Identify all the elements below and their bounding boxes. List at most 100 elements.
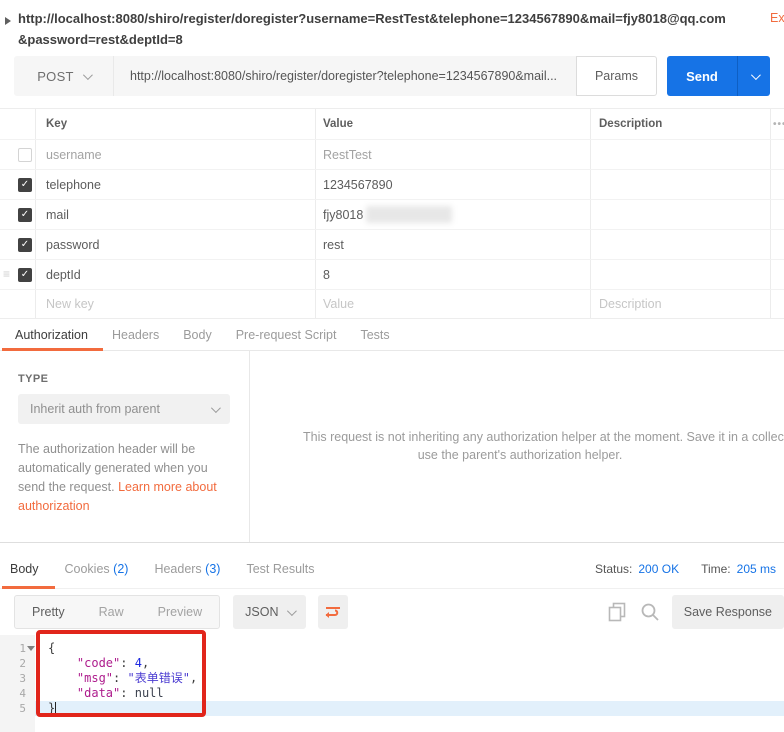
- params-button[interactable]: Params: [576, 56, 657, 96]
- fold-toggle-icon[interactable]: [27, 646, 35, 651]
- response-tab-headers[interactable]: Headers (3): [154, 562, 220, 576]
- type-label: TYPE: [18, 373, 233, 385]
- examples-button[interactable]: Examples: [770, 11, 784, 25]
- response-meta: Status: 200 OK Time: 205 ms: [595, 562, 778, 576]
- param-key[interactable]: password: [35, 230, 315, 259]
- line-number: 3: [0, 671, 35, 686]
- copy-icon: [608, 602, 626, 622]
- table-options-icon[interactable]: •••: [773, 119, 784, 130]
- auth-type-column: TYPE Inherit auth from parent The author…: [0, 351, 250, 542]
- tab-authorization[interactable]: Authorization: [15, 328, 88, 342]
- text-cursor: [55, 702, 56, 714]
- drag-handle-icon[interactable]: ≡: [3, 268, 10, 280]
- chevron-down-icon: [750, 70, 760, 80]
- row-checkbox[interactable]: ✓: [18, 178, 32, 192]
- code-lines[interactable]: { "code": 4, "msg": "表单错误", "data": null…: [35, 635, 784, 716]
- inherit-note-line2: use the parent's authorization helper.: [418, 448, 623, 462]
- new-description-input[interactable]: Description: [590, 290, 770, 318]
- request-url-line2: &password=rest&deptId=8: [18, 29, 784, 50]
- copy-button[interactable]: [606, 601, 628, 623]
- column-header-key: Key: [35, 109, 315, 139]
- request-tab-bar: Authorization Headers Body Pre-request S…: [0, 319, 784, 351]
- tab-prerequest-script[interactable]: Pre-request Script: [236, 328, 337, 342]
- row-checkbox[interactable]: ✓: [18, 208, 32, 222]
- row-checkbox[interactable]: [18, 148, 32, 162]
- param-value[interactable]: 1234567890: [315, 170, 590, 199]
- line-number: 2: [0, 656, 35, 671]
- response-tab-cookies[interactable]: Cookies (2): [65, 562, 129, 576]
- param-key[interactable]: deptId: [35, 260, 315, 289]
- method-dropdown[interactable]: POST: [14, 56, 114, 96]
- line-number-gutter: 1 2 3 4 5: [0, 635, 35, 732]
- code-line: "data": null: [35, 686, 784, 701]
- active-tab-indicator: [2, 586, 55, 589]
- search-button[interactable]: [639, 601, 661, 623]
- language-dropdown[interactable]: JSON: [233, 595, 306, 629]
- code-line: "code": 4,: [35, 656, 784, 671]
- tab-tests[interactable]: Tests: [360, 328, 389, 342]
- param-key[interactable]: mail: [35, 200, 315, 229]
- param-description[interactable]: [590, 260, 770, 289]
- param-value[interactable]: rest: [315, 230, 590, 259]
- redacted-value-blur: [366, 206, 452, 223]
- params-header-row: Key Value Description •••: [0, 109, 784, 139]
- code-line: "msg": "表单错误",: [35, 671, 784, 686]
- send-split-button: Send: [667, 56, 770, 96]
- new-key-input[interactable]: New key: [35, 290, 315, 318]
- url-input[interactable]: http://localhost:8080/shiro/register/dor…: [114, 56, 576, 96]
- header-menu-cell: •••: [770, 109, 784, 139]
- headers-count: (3): [205, 562, 220, 576]
- table-row: username RestTest: [0, 139, 784, 169]
- send-options-button[interactable]: [737, 56, 770, 96]
- tab-headers[interactable]: Headers: [112, 328, 159, 342]
- new-value-input[interactable]: Value: [315, 290, 590, 318]
- tab-body[interactable]: Body: [183, 328, 212, 342]
- table-row: ≡ ✓ deptId 8: [0, 259, 784, 289]
- param-key[interactable]: telephone: [35, 170, 315, 199]
- table-row: ✓ telephone 1234567890: [0, 169, 784, 199]
- row-checkbox[interactable]: ✓: [18, 268, 32, 282]
- method-url-group: POST http://localhost:8080/shiro/registe…: [14, 56, 576, 96]
- inherit-note-line1: This request is not inheriting any autho…: [303, 430, 784, 444]
- param-key[interactable]: username: [35, 140, 315, 169]
- request-title-bar: http://localhost:8080/shiro/register/dor…: [0, 0, 784, 50]
- time-value: 205 ms: [737, 562, 776, 576]
- postman-request-window: http://localhost:8080/shiro/register/dor…: [0, 0, 784, 732]
- param-description[interactable]: [590, 200, 770, 229]
- column-header-description: Description: [590, 109, 770, 139]
- view-preview-button[interactable]: Preview: [141, 596, 219, 628]
- active-tab-indicator: [2, 348, 103, 351]
- send-button[interactable]: Send: [667, 56, 737, 96]
- params-table: Key Value Description ••• username RestT…: [0, 108, 784, 319]
- param-description[interactable]: [590, 230, 770, 259]
- response-tab-test-results[interactable]: Test Results: [246, 562, 314, 576]
- wrap-text-button[interactable]: [318, 595, 348, 629]
- param-value[interactable]: fjy8018: [315, 200, 590, 229]
- time-label: Time:: [701, 562, 731, 576]
- auth-help-text: The authorization header will be automat…: [18, 440, 234, 516]
- search-icon: [640, 602, 660, 622]
- auth-note-panel: This request is not inheriting any autho…: [250, 351, 784, 542]
- param-description[interactable]: [590, 140, 770, 169]
- line-number: 1: [0, 641, 35, 656]
- param-description[interactable]: [590, 170, 770, 199]
- row-checkbox[interactable]: ✓: [18, 238, 32, 252]
- method-label: POST: [37, 69, 74, 84]
- param-value[interactable]: RestTest: [315, 140, 590, 169]
- wrap-text-icon: [324, 604, 342, 620]
- response-tab-body[interactable]: Body: [10, 562, 39, 576]
- new-param-row: New key Value Description: [0, 289, 784, 318]
- status-label: Status:: [595, 562, 632, 576]
- param-value[interactable]: 8: [315, 260, 590, 289]
- response-body-viewer: 1 2 3 4 5 { "code": 4, "msg": "表单错误", "d…: [0, 635, 784, 732]
- table-row: ✓ mail fjy8018: [0, 199, 784, 229]
- save-response-button[interactable]: Save Response: [672, 595, 784, 629]
- request-bar: POST http://localhost:8080/shiro/registe…: [14, 56, 770, 96]
- chevron-down-icon: [83, 70, 93, 80]
- view-pretty-button[interactable]: Pretty: [15, 596, 82, 628]
- view-raw-button[interactable]: Raw: [82, 596, 141, 628]
- auth-type-dropdown[interactable]: Inherit auth from parent: [18, 394, 230, 424]
- cookies-count: (2): [113, 562, 128, 576]
- collapse-caret-icon[interactable]: [5, 17, 11, 25]
- response-toolbar: Pretty Raw Preview JSON: [0, 589, 784, 635]
